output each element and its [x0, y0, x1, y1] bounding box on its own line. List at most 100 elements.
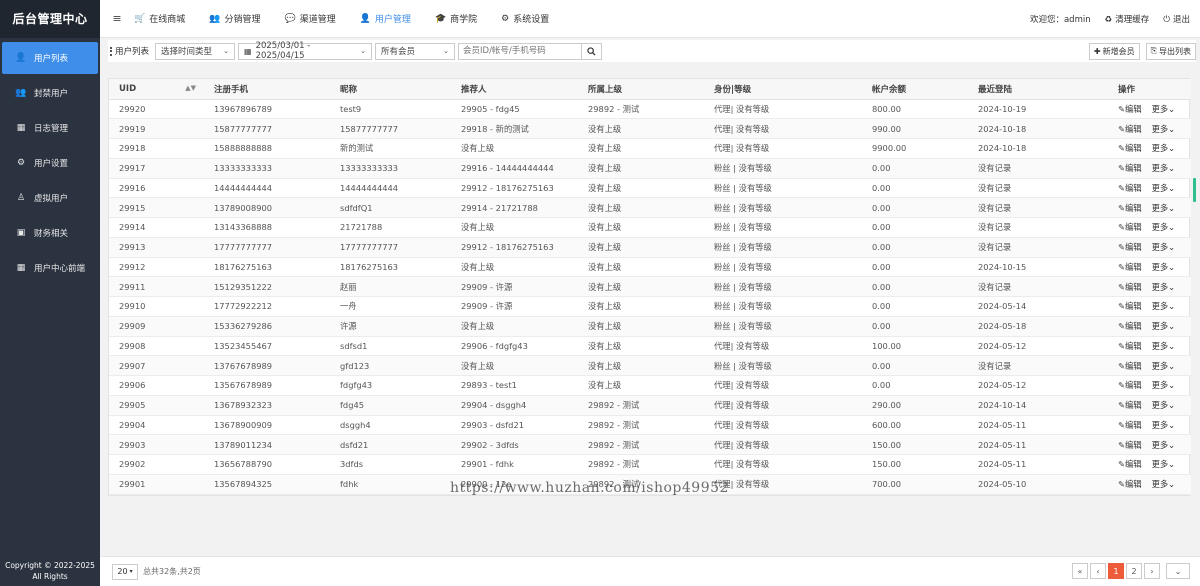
more-dropdown[interactable]: 更多⌄	[1152, 300, 1176, 312]
sidebar: 后台管理中心 👤 用户列表 👥 封禁用户 ▦ 日志管理 ⚙ 用户设置 ♙ 虚拟用…	[0, 0, 100, 586]
nav-user-management[interactable]: 👤 用户管理	[360, 12, 411, 26]
edit-icon: ✎	[1118, 301, 1125, 312]
more-dropdown[interactable]: 更多⌄	[1152, 360, 1176, 372]
more-dropdown[interactable]: 更多⌄	[1152, 241, 1176, 253]
search-input[interactable]	[458, 42, 583, 60]
page-size-select[interactable]: 20 ▾	[112, 563, 138, 580]
table-cell: 没有上级	[578, 118, 704, 139]
sidebar-item-banned-users[interactable]: 👥 封禁用户	[2, 77, 98, 109]
nav-channels[interactable]: 💬 渠道管理	[284, 12, 335, 26]
more-label: 更多	[1151, 479, 1169, 490]
edit-button[interactable]: ✎编辑	[1118, 320, 1142, 332]
more-dropdown[interactable]: 更多⌄	[1152, 103, 1176, 115]
more-dropdown[interactable]: 更多⌄	[1152, 419, 1176, 431]
edit-icon: ✎	[1118, 479, 1125, 490]
prev-page-button[interactable]: ‹	[1090, 563, 1106, 579]
member-type-select[interactable]: 所有会员 ⌄	[375, 42, 456, 60]
edit-button[interactable]: ✎编辑	[1118, 281, 1142, 293]
sidebar-item-user-frontend[interactable]: ▦ 用户中心前端	[2, 252, 98, 284]
row-actions: ✎编辑 更多⌄	[1118, 221, 1191, 233]
logout-button[interactable]: ⏻ 退出	[1163, 13, 1190, 25]
edit-button[interactable]: ✎编辑	[1118, 142, 1142, 154]
edit-label: 编辑	[1124, 380, 1142, 391]
more-label: 更多	[1151, 103, 1169, 114]
more-dropdown[interactable]: 更多⌄	[1152, 123, 1176, 135]
edit-button[interactable]: ✎编辑	[1118, 300, 1142, 312]
row-actions: ✎编辑 更多⌄	[1118, 202, 1191, 214]
edit-button[interactable]: ✎编辑	[1118, 379, 1142, 391]
next-page-button[interactable]: ›	[1144, 563, 1160, 579]
nav-online-mall[interactable]: 🛒 在线商城	[134, 12, 185, 26]
date-range-picker[interactable]: ▦ 2025/03/01 - 2025/04/15 ⌄	[238, 41, 373, 61]
more-dropdown[interactable]: 更多⌄	[1152, 281, 1176, 293]
edit-button[interactable]: ✎编辑	[1118, 202, 1142, 214]
edit-button[interactable]: ✎编辑	[1118, 123, 1142, 135]
table-header-row: UID ▲▼ 注册手机 昵称 推荐人 所属上级 身份|等级 帐户余额 最近登陆 操…	[109, 79, 1191, 100]
edit-button[interactable]: ✎编辑	[1118, 458, 1142, 470]
more-dropdown[interactable]: 更多⌄	[1152, 182, 1176, 194]
row-actions: ✎编辑 更多⌄	[1118, 182, 1191, 194]
table-cell: 800.00	[862, 99, 968, 120]
edit-button[interactable]: ✎编辑	[1118, 439, 1142, 451]
table-cell: 粉丝 | 没有等级	[704, 158, 862, 179]
more-dropdown[interactable]: 更多⌄	[1152, 439, 1176, 451]
column-header[interactable]: UID ▲▼	[109, 79, 204, 100]
edit-button[interactable]: ✎编辑	[1118, 261, 1142, 273]
table-cell: 13523455467	[204, 336, 330, 357]
edit-button[interactable]: ✎编辑	[1118, 103, 1142, 115]
more-dropdown[interactable]: 更多⌄	[1152, 162, 1176, 174]
nav-system-settings[interactable]: ⚙ 系统设置	[501, 12, 549, 26]
sidebar-item-user-list[interactable]: 👤 用户列表	[2, 42, 98, 74]
time-type-select[interactable]: 选择时间类型 ⌄	[155, 42, 236, 60]
edit-icon: ✎	[1118, 340, 1125, 351]
sidebar-item-finance[interactable]: ▣ 财务相关	[2, 217, 98, 249]
more-dropdown[interactable]: 更多⌄	[1152, 142, 1176, 154]
edit-button[interactable]: ✎编辑	[1118, 478, 1142, 490]
table-cell: 没有上级	[578, 158, 704, 179]
row-actions: ✎编辑 更多⌄	[1118, 241, 1191, 253]
page-2-button[interactable]: 2	[1126, 563, 1142, 579]
page-jump-select[interactable]: ⌄	[1166, 563, 1190, 579]
edit-button[interactable]: ✎编辑	[1118, 221, 1142, 233]
more-dropdown[interactable]: 更多⌄	[1152, 478, 1176, 490]
scroll-indicator[interactable]	[1193, 178, 1196, 202]
actions-cell: ✎编辑 更多⌄	[1108, 99, 1191, 120]
table-cell: 没有上级	[578, 138, 704, 159]
edit-button[interactable]: ✎编辑	[1118, 419, 1142, 431]
toolbar-title-label: 用户列表	[115, 47, 150, 57]
more-dropdown[interactable]: 更多⌄	[1152, 202, 1176, 214]
search-button[interactable]	[582, 42, 603, 60]
more-label: 更多	[1151, 123, 1169, 134]
edit-button[interactable]: ✎编辑	[1118, 241, 1142, 253]
export-list-button[interactable]: ⎘ 导出列表	[1145, 42, 1196, 60]
edit-button[interactable]: ✎编辑	[1118, 162, 1142, 174]
more-dropdown[interactable]: 更多⌄	[1152, 340, 1176, 352]
nav-distribution[interactable]: 👥 分销管理	[209, 12, 260, 26]
edit-button[interactable]: ✎编辑	[1118, 182, 1142, 194]
chevron-down-icon: ⌄	[1168, 380, 1176, 391]
nav-business-school[interactable]: 🎓 商学院	[435, 12, 477, 26]
edit-label: 编辑	[1124, 163, 1142, 174]
more-dropdown[interactable]: 更多⌄	[1152, 379, 1176, 391]
copyright-line-2: All Rights	[32, 572, 68, 581]
table-cell: 29917	[109, 158, 204, 179]
edit-button[interactable]: ✎编辑	[1118, 360, 1142, 372]
table-cell: test9	[330, 99, 451, 120]
sidebar-item-user-settings[interactable]: ⚙ 用户设置	[2, 147, 98, 179]
clear-cache-button[interactable]: ♻ 清理缓存	[1105, 13, 1150, 25]
add-member-button[interactable]: ✚ 新增会员	[1088, 42, 1140, 60]
more-dropdown[interactable]: 更多⌄	[1152, 221, 1176, 233]
more-dropdown[interactable]: 更多⌄	[1152, 399, 1176, 411]
sidebar-item-virtual-users[interactable]: ♙ 虚拟用户	[2, 182, 98, 214]
more-dropdown[interactable]: 更多⌄	[1152, 320, 1176, 332]
more-dropdown[interactable]: 更多⌄	[1152, 261, 1176, 273]
menu-toggle-icon[interactable]: ≡	[100, 12, 134, 25]
more-dropdown[interactable]: 更多⌄	[1152, 458, 1176, 470]
page-1-button[interactable]: 1	[1108, 563, 1124, 579]
table-cell: 0.00	[862, 355, 968, 376]
sidebar-item-log-management[interactable]: ▦ 日志管理	[2, 112, 98, 144]
edit-button[interactable]: ✎编辑	[1118, 340, 1142, 352]
sort-icon[interactable]: ▲▼	[185, 84, 196, 92]
first-page-button[interactable]: «	[1072, 563, 1088, 579]
edit-button[interactable]: ✎编辑	[1118, 399, 1142, 411]
